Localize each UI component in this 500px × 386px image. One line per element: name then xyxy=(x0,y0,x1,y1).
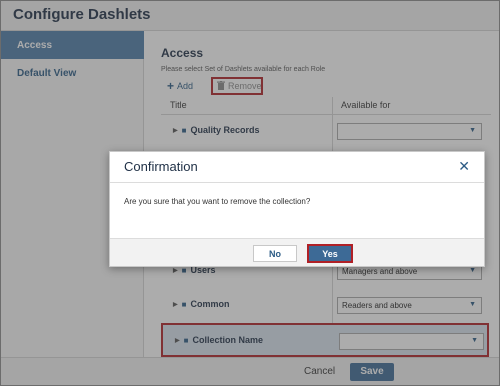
dialog-divider xyxy=(110,182,484,183)
close-icon[interactable]: ✕ xyxy=(458,158,470,175)
yes-button[interactable]: Yes xyxy=(307,244,353,263)
dialog-message: Are you sure that you want to remove the… xyxy=(124,197,311,206)
confirmation-dialog: Confirmation ✕ Are you sure that you wan… xyxy=(109,151,485,267)
dialog-title: Confirmation xyxy=(124,159,198,174)
dialog-footer: No Yes xyxy=(110,238,484,266)
no-button[interactable]: No xyxy=(253,245,297,262)
